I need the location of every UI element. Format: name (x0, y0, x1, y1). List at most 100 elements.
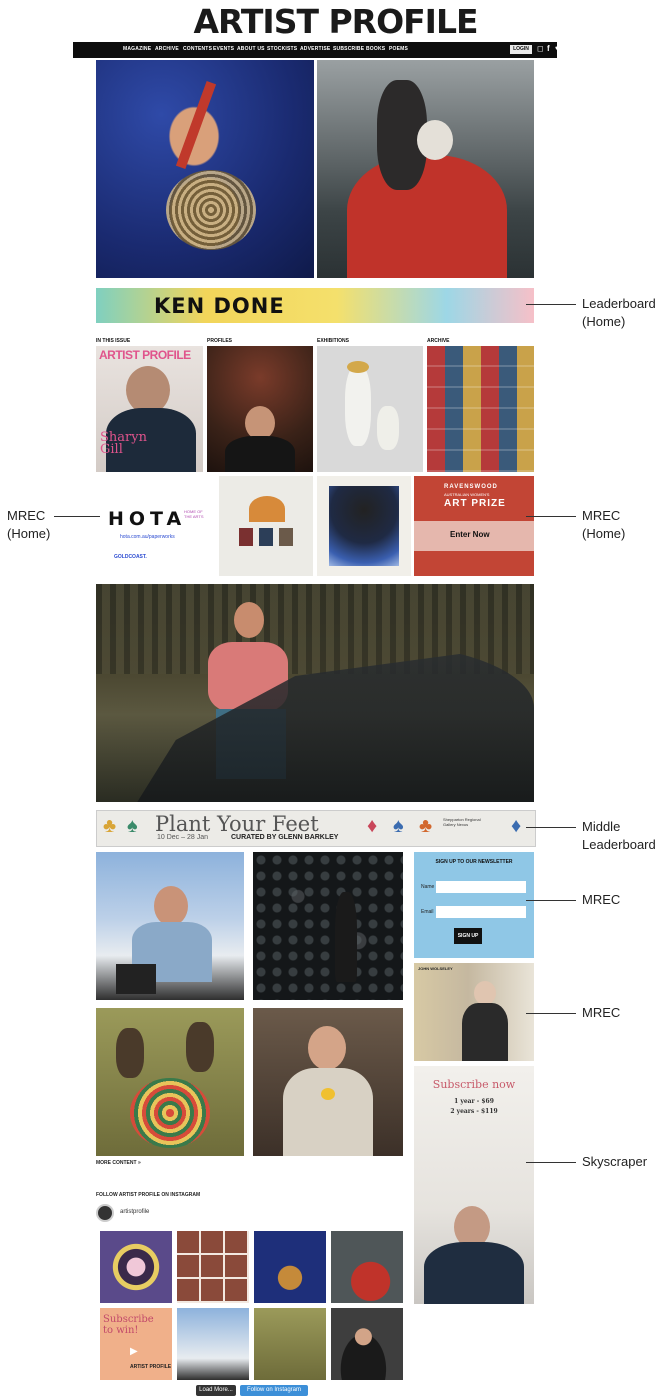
nav-item-stockists[interactable]: STOCKISTS (267, 46, 297, 52)
middle-leaderboard-title: Plant Your Feet (155, 812, 319, 836)
newsletter-signup-button[interactable]: SIGN UP (454, 928, 482, 944)
annotation-mrec-newsletter: MREC (582, 892, 621, 907)
profile-body (225, 436, 295, 472)
ravenswood-enter-button[interactable]: Enter Now (450, 530, 490, 539)
nav-item-events[interactable]: EVENTS (213, 46, 234, 52)
nav-item-about[interactable]: ABOUT US (237, 46, 265, 52)
sculpture-right (377, 406, 399, 450)
annotation-line (526, 1162, 576, 1163)
painting-rug (130, 1078, 210, 1148)
skyscraper-title: Subscribe now (432, 1078, 516, 1091)
monkey-2 (186, 1022, 214, 1072)
annotation-mrec-home-left: MREC (Home) (7, 508, 51, 541)
login-button[interactable]: LOGIN (510, 45, 532, 54)
instagram-tile[interactable] (100, 1231, 172, 1303)
annotation-middle-leaderboard: Middle Leaderboard (582, 819, 656, 852)
ad-figure-icon: ♠ (393, 815, 404, 837)
feature-image[interactable] (96, 584, 534, 802)
instagram-tile[interactable] (254, 1231, 326, 1303)
article-image-older-man[interactable] (253, 1008, 403, 1156)
skyscraper-ad[interactable]: Subscribe now 1 year - $69 2 years - $11… (414, 1066, 534, 1304)
section-label-archive[interactable]: ARCHIVE (427, 338, 450, 344)
instagram-tile-text: Subscribe to win! (103, 1314, 154, 1336)
woman-head (234, 602, 264, 638)
load-more-button[interactable]: Load More... (196, 1385, 236, 1396)
instagram-tile[interactable] (331, 1308, 403, 1380)
newsletter-title: SIGN UP TO OUR NEWSLETTER (435, 859, 513, 865)
more-content-link[interactable]: MORE CONTENT » (96, 1160, 141, 1166)
magazine-cover[interactable]: ARTIST PROFILE Sharyn Gill (96, 346, 203, 472)
annotation-mrec-home-right: MREC (Home) (582, 508, 626, 541)
tile-brown (279, 528, 293, 546)
nav-item-magazine[interactable]: MAGAZINE (123, 46, 151, 52)
nav-item-advertise[interactable]: ADVERTISE (300, 46, 330, 52)
painting-hair (166, 170, 256, 250)
nav-item-poems[interactable]: POEMS (389, 46, 408, 52)
ad-figure-icon: ♠ (127, 815, 138, 837)
follow-instagram-button[interactable]: Follow on Instagram (240, 1385, 308, 1396)
newsletter-email-input[interactable] (436, 906, 526, 918)
facebook-icon[interactable]: f (547, 44, 550, 53)
annotation-line (526, 1013, 576, 1014)
sculpture-orange (249, 496, 285, 522)
instagram-tile[interactable]: Subscribe to win! ARTIST PROFILE ▶ (100, 1308, 172, 1380)
article-image-blue-painting[interactable] (317, 476, 411, 576)
search-icon[interactable]: ⌕ (565, 44, 569, 54)
ad-figure-icon: ♣ (103, 815, 117, 837)
ad-figure-icon: ♣ (419, 815, 433, 837)
ravenswood-line1: RAVENSWOOD (444, 484, 498, 490)
mrec-ravenswood-ad[interactable]: RAVENSWOOD AUSTRALIAN WOMEN'S ART PRIZE … (414, 476, 534, 576)
middle-leaderboard-curated: CURATED BY GLENN BARKLEY (231, 834, 339, 841)
article-image-dark-installation[interactable] (253, 852, 403, 1000)
skyscraper-body (424, 1242, 524, 1304)
article-image-woman-laptop[interactable] (96, 852, 244, 1000)
mrec-hota-ad[interactable]: HOTA HOME OF THE ARTS hota.com.au/paperw… (96, 476, 214, 576)
article-image-monkeys-painting[interactable] (96, 1008, 244, 1156)
twitter-icon[interactable]: ♥ (555, 44, 560, 53)
section-label-profiles[interactable]: PROFILES (207, 338, 232, 344)
grid-lines (177, 1231, 249, 1303)
nav-item-contents[interactable]: CONTENTS (183, 46, 212, 52)
exhibitions-image[interactable] (317, 346, 423, 472)
skyscraper-price-2: 2 years - $119 (450, 1108, 498, 1115)
painting-red-figure (347, 155, 507, 278)
hota-footer: GOLDCOAST. (114, 554, 147, 560)
hero-painting-right[interactable] (317, 60, 534, 278)
section-label-issue[interactable]: IN THIS ISSUE (96, 338, 130, 344)
nav-item-archive[interactable]: ARCHIVE (155, 46, 179, 52)
instagram-tile[interactable] (254, 1308, 326, 1380)
instagram-handle[interactable]: artistprofile (120, 1209, 149, 1215)
profiles-image[interactable] (207, 346, 313, 472)
annotation-skyscraper: Skyscraper (582, 1154, 648, 1169)
middle-leaderboard-ad[interactable]: ♣ ♠ Plant Your Feet 10 Dec – 28 Jan CURA… (96, 810, 536, 847)
instagram-tile[interactable] (331, 1231, 403, 1303)
painting-snake (175, 81, 217, 169)
article-image-sculpture[interactable] (219, 476, 313, 576)
instagram-icon[interactable]: ◻ (537, 44, 544, 53)
main-navbar: MAGAZINE ARCHIVE CONTENTS EVENTS ABOUT U… (73, 42, 569, 58)
instagram-tile[interactable] (177, 1308, 249, 1380)
section-label-exhibitions[interactable]: EXHIBITIONS (317, 338, 349, 344)
tile-blue (259, 528, 273, 546)
hero-painting-left[interactable] (96, 60, 314, 278)
site-logo[interactable]: ARTIST PROFILE (0, 2, 671, 41)
instagram-tile[interactable] (177, 1231, 249, 1303)
annotation-line (526, 900, 576, 901)
nav-item-subscribe[interactable]: SUBSCRIBE (333, 46, 364, 52)
mrec-exhibition-ad[interactable]: JOHN WOLSELEY (414, 963, 534, 1061)
profile-head (245, 406, 275, 440)
leaderboard-ad-home[interactable]: KEN DONE (96, 288, 534, 323)
play-icon: ▶ (130, 1346, 138, 1357)
annotation-line (526, 304, 576, 305)
sculpture-gold (347, 361, 369, 373)
nav-item-books[interactable]: BOOKS (366, 46, 385, 52)
middle-leaderboard-dates: 10 Dec – 28 Jan (157, 834, 208, 841)
newsletter-name-input[interactable] (436, 881, 526, 893)
annotation-line (526, 516, 576, 517)
cover-face (126, 366, 170, 414)
middle-leaderboard-gallery: Shepparton Regional Gallery Nexus (443, 817, 481, 827)
instagram-avatar[interactable] (96, 1204, 114, 1222)
cover-title: ARTIST PROFILE (99, 348, 191, 362)
archive-grid[interactable] (427, 346, 534, 472)
sculpture-left (345, 366, 371, 446)
